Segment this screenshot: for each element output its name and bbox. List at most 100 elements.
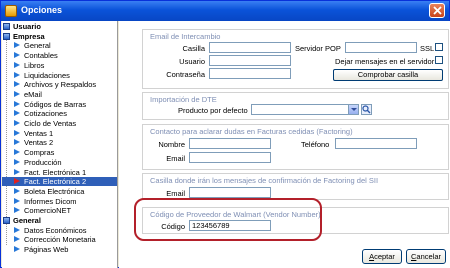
tree-item-label: Ventas 2: [24, 138, 54, 148]
tree-item-label: Páginas Web: [24, 245, 69, 255]
tree-item[interactable]: Archivos y Respaldos: [2, 80, 117, 90]
arrow-icon: [14, 158, 20, 165]
usuario-label: Usuario: [179, 57, 205, 66]
settings-panel: Email de Intercambio Casilla Usuario Con…: [119, 21, 450, 268]
tree-item[interactable]: Cotizaciones: [2, 109, 117, 119]
walmart-highlight-annotation: [134, 198, 322, 241]
tree-item-label: Ciclo de Ventas: [24, 119, 77, 128]
tree-item-label: Códigos de Barras: [24, 99, 87, 109]
tree-item[interactable]: Producción: [2, 157, 117, 167]
lookup-button[interactable]: [361, 104, 372, 115]
contacto-email-input[interactable]: [189, 152, 271, 163]
arrow-icon: [14, 226, 20, 233]
arrow-icon: [14, 197, 20, 204]
close-icon: [433, 6, 442, 15]
arrow-icon: [14, 100, 20, 107]
arrow-icon: [14, 236, 20, 243]
usuario-input[interactable]: [209, 55, 291, 66]
casilla-label: Casilla: [182, 44, 205, 53]
arrow-icon: [14, 187, 20, 194]
comprobar-casilla-button[interactable]: Comprobar casilla: [333, 69, 443, 81]
contacto-section: Contacto para aclarar dudas en Facturas …: [142, 124, 449, 170]
email-section-title: Email de Intercambio: [150, 32, 221, 41]
tree-item[interactable]: Usuario: [2, 22, 117, 31]
tree-item[interactable]: Compras: [2, 148, 117, 157]
tree-item-label: Ventas 1: [24, 128, 54, 138]
tree-item[interactable]: Códigos de Barras: [2, 99, 117, 109]
tree-item[interactable]: Datos Económicos: [2, 226, 117, 235]
tree-item[interactable]: Fact. Electrónica 2: [2, 177, 117, 187]
producto-label: Producto por defecto: [178, 106, 248, 115]
cancelar-label: Cancelar: [410, 252, 442, 261]
tree-item[interactable]: Liquidaciones: [2, 70, 117, 80]
tree-item[interactable]: General: [2, 41, 117, 51]
producto-select[interactable]: [251, 104, 359, 115]
aceptar-label: Aceptar: [369, 252, 395, 261]
tree-item-label: Cotizaciones: [24, 109, 67, 119]
tree-item-label: Usuario: [13, 22, 41, 31]
tree-item[interactable]: Contables: [2, 51, 117, 61]
arrow-icon: [14, 139, 20, 146]
cancelar-button[interactable]: Cancelar: [406, 249, 446, 264]
contrasena-input[interactable]: [209, 68, 291, 79]
arrow-icon: [14, 61, 20, 68]
options-tree[interactable]: Usuario Empresa General Contables Libros Liqu…: [2, 21, 118, 268]
title-bar[interactable]: Opciones: [1, 1, 449, 21]
telefono-label: Teléfono: [301, 140, 330, 149]
tree-item-label: Archivos y Respaldos: [24, 80, 97, 90]
folder-icon: [3, 32, 10, 40]
tree-item-label: Contables: [24, 51, 58, 61]
ssl-label: SSL: [420, 44, 435, 53]
tree-item[interactable]: Libros: [2, 60, 117, 70]
dte-section: Importación de DTE Producto por defecto: [142, 92, 449, 120]
arrow-icon: [14, 168, 20, 175]
tree-item[interactable]: ComercioNET: [2, 206, 117, 216]
folder-icon: [3, 23, 10, 30]
tree-item-label: Producción: [24, 157, 62, 167]
arrow-icon: [14, 129, 20, 136]
dejar-mensajes-checkbox[interactable]: [435, 56, 443, 64]
options-window: Opciones Usuario Empresa General Contables L…: [0, 0, 450, 268]
arrow-icon: [14, 207, 20, 214]
tree-item[interactable]: Boleta Electrónica: [2, 186, 117, 196]
ssl-checkbox[interactable]: [435, 43, 443, 51]
folder-icon: [3, 217, 10, 224]
chevron-down-icon: [348, 105, 358, 114]
tree-item[interactable]: Corrección Monetaria: [2, 235, 117, 244]
tree-item-label: Fact. Electrónica 1: [24, 167, 87, 177]
tree-item[interactable]: Ventas 2: [2, 138, 117, 148]
tree-item-label: Boleta Electrónica: [24, 186, 85, 196]
casilla-sii-section-title: Casilla donde irán los mensajes de confi…: [150, 176, 379, 185]
tree-item-label: eMail: [24, 89, 42, 99]
nombre-input[interactable]: [189, 138, 271, 149]
tree-item-label: Informes Dicom: [24, 196, 77, 206]
app-icon: [5, 5, 17, 17]
tree-item[interactable]: Empresa: [2, 32, 117, 41]
tree-item[interactable]: General: [2, 216, 117, 225]
tree-item[interactable]: Fact. Electrónica 1: [2, 167, 117, 177]
arrow-icon: [14, 71, 20, 78]
arrow-icon: [14, 90, 20, 97]
tree-item[interactable]: Informes Dicom: [2, 196, 117, 206]
dejar-mensajes-label: Dejar mensajes en el servidor: [335, 57, 435, 66]
sii-email-input[interactable]: [189, 187, 271, 198]
close-button[interactable]: [429, 3, 445, 18]
tree-item-label: ComercioNET: [24, 206, 72, 216]
casilla-input[interactable]: [209, 42, 291, 53]
sii-email-label: Email: [166, 189, 185, 198]
tree-item[interactable]: Ventas 1: [2, 128, 117, 138]
aceptar-button[interactable]: Aceptar: [362, 249, 402, 264]
tree-item[interactable]: Ciclo de Ventas: [2, 119, 117, 128]
tree-item[interactable]: eMail: [2, 89, 117, 99]
arrow-icon: [14, 81, 20, 88]
email-section: Email de Intercambio Casilla Usuario Con…: [142, 29, 449, 89]
tree-item-label: Liquidaciones: [24, 70, 70, 80]
tree-item-label: General: [24, 41, 51, 51]
nombre-label: Nombre: [158, 140, 185, 149]
servidor-pop-input[interactable]: [345, 42, 417, 53]
dte-section-title: Importación de DTE: [150, 95, 217, 104]
tree-item-label: General: [13, 216, 41, 225]
telefono-input[interactable]: [335, 138, 417, 149]
tree-item-label: Libros: [24, 60, 45, 70]
tree-item[interactable]: Páginas Web: [2, 245, 117, 255]
